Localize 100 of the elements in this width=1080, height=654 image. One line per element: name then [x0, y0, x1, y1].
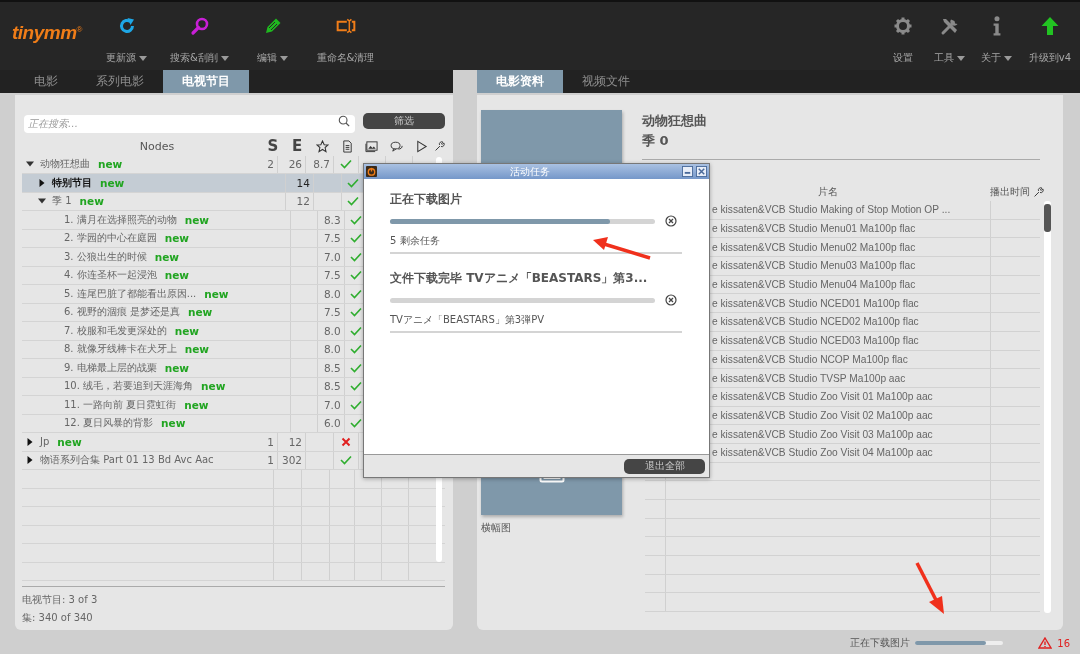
node-label: 动物狂想曲	[40, 157, 90, 172]
filter-button[interactable]: 筛选	[363, 113, 445, 129]
rating: 7.5	[323, 269, 341, 282]
node-label: 3. 公狼出生的时候	[64, 249, 147, 264]
wrench-icon[interactable]	[433, 140, 445, 152]
episode-title: e kissaten&VCB Studio NCED03 Ma100p flac	[712, 335, 919, 347]
rating: 8.0	[323, 287, 341, 300]
season-count: 2	[267, 158, 274, 171]
scrollbar-thumb[interactable]	[1044, 204, 1051, 232]
minimize-button[interactable]	[682, 166, 693, 177]
task-detail: TVアニメ「BEASTARS」第3弾PV	[390, 313, 682, 333]
column-header[interactable]: 播出时间	[990, 185, 1030, 199]
search-field[interactable]: 正在搜索…	[24, 114, 355, 133]
tab[interactable]: 视频文件	[563, 70, 649, 93]
rating: 7.5	[323, 306, 341, 319]
expanded-arrow-icon[interactable]	[38, 197, 46, 206]
toolbar-button[interactable]: 搜索&刮削	[163, 2, 236, 70]
toolbar-button[interactable]: 关于	[973, 2, 1020, 70]
node-label: 8. 就像牙线棒卡在犬牙上	[64, 342, 177, 357]
node-label: 7. 校服和毛发更深处的	[64, 323, 167, 338]
rating: 7.0	[323, 398, 341, 411]
season-count: 1	[267, 454, 274, 467]
toolbar-button[interactable]: 工具	[926, 2, 973, 70]
new-label: new	[164, 269, 190, 282]
rating: 8.5	[323, 361, 341, 374]
cancel-icon[interactable]	[665, 294, 677, 306]
count-text: 集: 340 of 340	[22, 611, 94, 625]
cancel-icon[interactable]	[665, 215, 677, 227]
document-icon[interactable]	[340, 139, 354, 153]
episode-count: 26	[288, 158, 302, 171]
wrench-icon[interactable]	[1033, 186, 1044, 198]
toolbar-button[interactable]: 编辑	[236, 2, 309, 70]
rating: 8.5	[323, 380, 341, 393]
episode-title: e kissaten&VCB Studio NCED01 Ma100p flac	[712, 297, 919, 309]
episode-title: e kissaten&VCB Studio TVSP Ma100p aac	[712, 372, 906, 384]
node-label: 12. 夏日风暴的背影	[64, 416, 154, 431]
collapsed-arrow-icon[interactable]	[26, 437, 34, 446]
tab[interactable]: 系列电影	[77, 70, 163, 93]
episode-title: e kissaten&VCB Studio Menu03 Ma100p flac	[712, 260, 916, 272]
episode-title: e kissaten&VCB Studio Menu02 Ma100p flac	[712, 241, 916, 253]
gear-icon	[892, 16, 913, 36]
episode-count: 12	[288, 435, 302, 448]
new-label: new	[100, 176, 125, 189]
cancel-all-button[interactable]: 退出全部	[624, 458, 705, 474]
tab[interactable]: 电影资料	[477, 70, 563, 93]
collapsed-arrow-icon[interactable]	[38, 178, 46, 187]
new-label: new	[174, 324, 200, 337]
count-text: 电视节目: 3 of 3	[22, 593, 99, 607]
episode-count: 14	[296, 176, 310, 189]
toolbar-button[interactable]: 升级到v4	[1020, 2, 1080, 70]
toolbar-button[interactable]: 更新源	[90, 2, 163, 70]
new-label: new	[164, 361, 190, 374]
tab[interactable]: 电视节目	[163, 70, 249, 93]
episode-title: e kissaten&VCB Studio Zoo Visit 04 Ma100p aac	[712, 447, 933, 459]
app-icon	[366, 166, 377, 177]
star-icon[interactable]	[316, 139, 330, 153]
new-label: new	[184, 343, 210, 356]
episode-title: e kissaten&VCB Studio Zoo Visit 03 Ma100p aac	[712, 428, 933, 440]
new-label: new	[204, 287, 229, 300]
banner-label: 横幅图	[481, 521, 512, 535]
rating: 7.0	[323, 250, 341, 263]
tools-icon	[939, 16, 960, 36]
new-label: new	[184, 398, 209, 411]
collapsed-arrow-icon[interactable]	[26, 456, 34, 465]
show-title: 动物狂想曲	[642, 112, 708, 130]
column-header[interactable]: E	[284, 137, 310, 156]
new-label: new	[57, 435, 82, 448]
node-label: 9. 电梯最上层的战栗	[64, 360, 157, 375]
warning-count[interactable]: 16	[1057, 637, 1070, 649]
expanded-arrow-icon[interactable]	[26, 160, 34, 169]
column-header[interactable]: S	[261, 137, 285, 156]
info-icon	[992, 16, 1001, 36]
new-label: new	[184, 213, 210, 226]
search-icon	[189, 16, 210, 36]
close-button[interactable]	[696, 166, 707, 177]
rating: 8.7	[313, 158, 330, 171]
play-icon[interactable]	[414, 139, 428, 153]
node-label: 5. 连尾巴脏了都能看出原因...	[64, 286, 197, 301]
episode-title: e kissaten&VCB Studio Menu01 Ma100p flac	[712, 223, 916, 235]
node-label: Jp	[40, 436, 50, 448]
node-label: 1. 满月在选择照亮的动物	[64, 212, 177, 227]
toolbar-button[interactable]: 重命名&清理	[309, 2, 382, 70]
node-label: 4. 你连圣杯一起浸泡	[64, 268, 157, 283]
scrollbar[interactable]	[1044, 201, 1051, 613]
episode-title: e kissaten&VCB Studio Zoo Visit 02 Ma100p aac	[712, 409, 933, 421]
node-label: 物语系列合集 Part 01 13 Bd Avc Aac	[40, 453, 214, 468]
search-icon	[338, 115, 350, 127]
tab[interactable]: 电影	[15, 70, 77, 93]
episode-title: e kissaten&VCB Studio NCOP Ma100p flac	[712, 353, 908, 365]
new-label: new	[187, 306, 213, 319]
new-label: new	[201, 380, 226, 393]
app-logo: tinymm$^{®}$	[12, 22, 84, 44]
chat-icon[interactable]	[389, 139, 403, 153]
toolbar-button[interactable]: 设置	[879, 2, 926, 70]
node-label: 11. 一路向前 夏日霓虹街	[64, 397, 177, 412]
node-label: 特别节目	[52, 175, 92, 190]
column-header[interactable]: Nodes	[22, 137, 262, 156]
node-label: 季 1	[52, 194, 72, 209]
image-icon[interactable]	[365, 139, 378, 153]
warning-icon[interactable]	[1038, 637, 1053, 649]
